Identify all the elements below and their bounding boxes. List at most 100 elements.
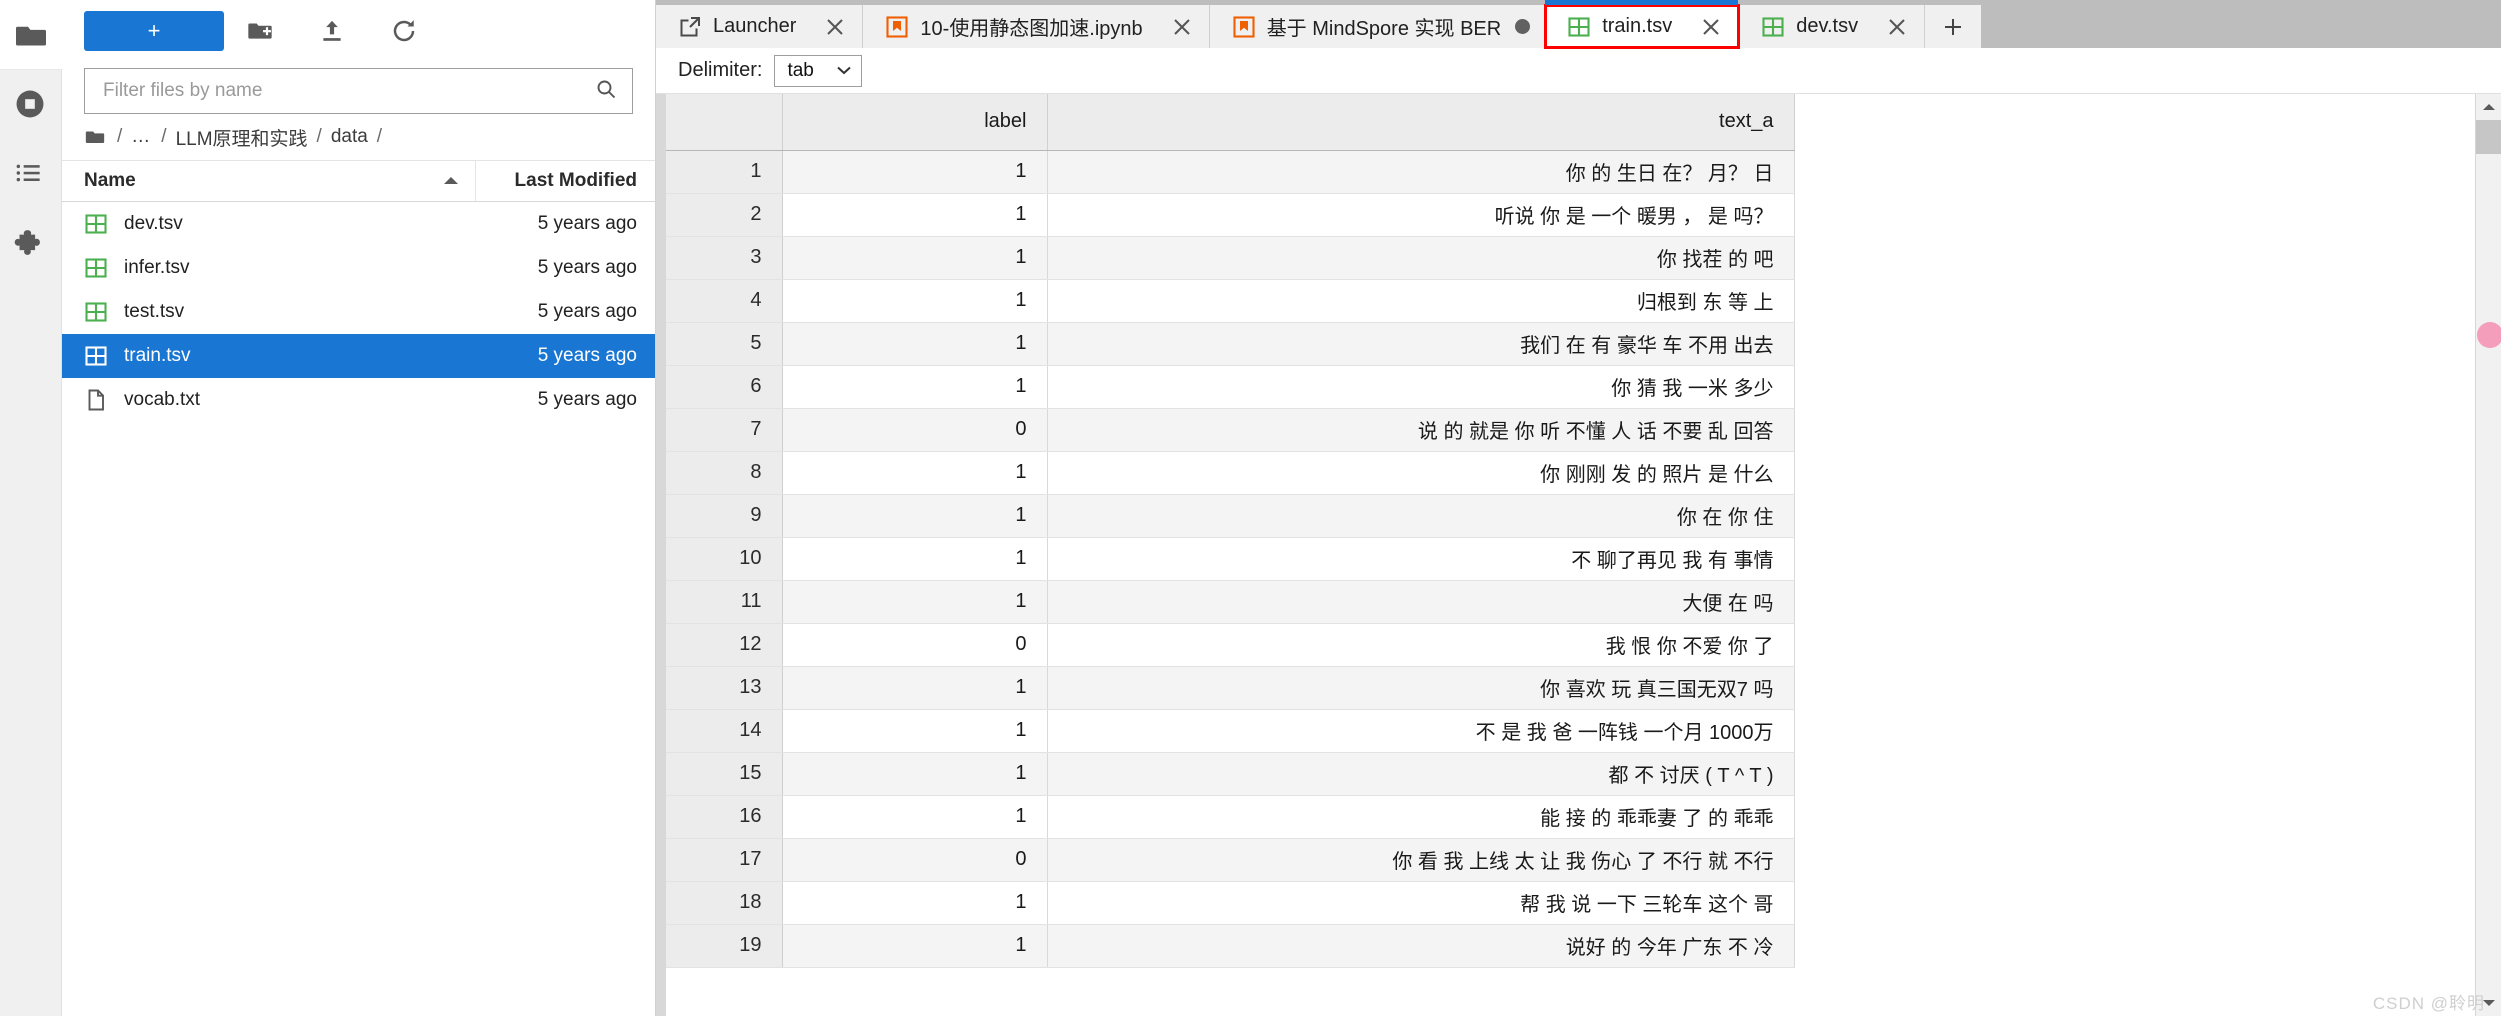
new-launcher-button[interactable]: + (84, 11, 224, 51)
grid-cell-text-a[interactable]: 你 刚刚 发 的 照片 是 什么 (1047, 451, 1795, 495)
grid-cell-text-a[interactable]: 都 不 讨厌 ( T ^ T ) (1047, 752, 1795, 796)
tab-close-icon[interactable] (1169, 14, 1195, 40)
tab-item[interactable]: dev.tsv (1739, 5, 1926, 48)
grid-cell-label[interactable]: 1 (782, 795, 1048, 839)
grid-row[interactable]: 18 1 帮 我 说 一下 三轮车 这个 哥 (666, 881, 1795, 925)
grid-cell-text-a[interactable]: 能 接 的 乖乖妻 了 的 乖乖 (1047, 795, 1795, 839)
sidebar-item-running-kernels[interactable] (0, 70, 62, 140)
grid-cell-text-a[interactable]: 归根到 东 等 上 (1047, 279, 1795, 323)
delimiter-select[interactable]: tab (774, 54, 863, 87)
grid-cell-label[interactable]: 1 (782, 881, 1048, 925)
file-last-modified: 5 years ago (537, 389, 637, 410)
grid-cell-label[interactable]: 1 (782, 451, 1048, 495)
grid-row-index: 5 (666, 322, 783, 366)
grid-cell-label[interactable]: 1 (782, 279, 1048, 323)
grid-cell-text-a[interactable]: 你 找茬 的 吧 (1047, 236, 1795, 280)
column-header-name[interactable]: Name (62, 170, 475, 192)
grid-cell-text-a[interactable]: 不 聊了再见 我 有 事情 (1047, 537, 1795, 581)
grid-cell-label[interactable]: 1 (782, 666, 1048, 710)
file-list-item[interactable]: infer.tsv 5 years ago (62, 246, 655, 290)
grid-header-index[interactable] (666, 94, 783, 151)
scroll-up-arrow[interactable] (2476, 94, 2501, 120)
grid-cell-label[interactable]: 1 (782, 322, 1048, 366)
grid-cell-text-a[interactable]: 你 喜欢 玩 真三国无双7 吗 (1047, 666, 1795, 710)
grid-cell-text-a[interactable]: 大便 在 吗 (1047, 580, 1795, 624)
grid-row[interactable]: 61你 猜 我 一米 多少 (666, 365, 1795, 409)
grid-header-text-a[interactable]: text_a (1047, 94, 1795, 151)
tab-item[interactable]: Launcher (656, 5, 864, 48)
file-list-item[interactable]: train.tsv 5 years ago (62, 334, 655, 378)
breadcrumb-item-llm[interactable]: LLM原理和实践 (176, 124, 308, 151)
grid-row[interactable]: 31你 找茬 的 吧 (666, 236, 1795, 280)
new-tab-button[interactable] (1925, 5, 1982, 48)
file-list-item[interactable]: test.tsv 5 years ago (62, 290, 655, 334)
grid-row[interactable]: 2 1 听说 你 是 一个 暖男 ， 是 吗？ (666, 193, 1795, 237)
grid-cell-text-a[interactable]: 说 的 就是 你 听 不懂 人 话 不要 乱 回答 (1047, 408, 1795, 452)
vertical-scrollbar[interactable] (2475, 94, 2501, 1016)
grid-row[interactable]: 19 1 说好 的 今年 广东 不 冷 (666, 924, 1795, 968)
grid-row[interactable]: 12 0 我 恨 你 不爱 你 了 (666, 623, 1795, 667)
sidebar-item-file-browser[interactable] (0, 0, 62, 70)
grid-cell-text-a[interactable]: 你 的 生日 在？ 月？ 日 (1047, 150, 1795, 194)
grid-cell-text-a[interactable]: 我们 在 有 豪华 车 不用 出去 (1047, 322, 1795, 366)
grid-cell-label[interactable]: 0 (782, 623, 1048, 667)
grid-cell-label[interactable]: 1 (782, 150, 1048, 194)
new-folder-button[interactable] (224, 7, 296, 55)
breadcrumb-home-icon[interactable] (84, 126, 106, 148)
grid-cell-text-a[interactable]: 你 在 你 住 (1047, 494, 1795, 538)
grid-cell-label[interactable]: 1 (782, 924, 1048, 968)
grid-cell-text-a[interactable]: 不 是 我 爸 一阵钱 一个月 1000万 (1047, 709, 1795, 753)
grid-cell-label[interactable]: 1 (782, 365, 1048, 409)
grid-cell-label[interactable]: 1 (782, 580, 1048, 624)
file-list-item[interactable]: vocab.txt 5 years ago (62, 378, 655, 422)
sidebar-item-commands[interactable] (0, 140, 62, 210)
grid-cell-text-a[interactable]: 你 看 我 上线 太 让 我 伤心 了 不行 就 不行 (1047, 838, 1795, 882)
breadcrumb-item-data[interactable]: data (331, 126, 368, 148)
grid-cell-text-a[interactable]: 帮 我 说 一下 三轮车 这个 哥 (1047, 881, 1795, 925)
grid-row[interactable]: 16 1 能 接 的 乖乖妻 了 的 乖乖 (666, 795, 1795, 839)
grid-row[interactable]: 13 1 你 喜欢 玩 真三国无双7 吗 (666, 666, 1795, 710)
grid-cell-label[interactable]: 1 (782, 709, 1048, 753)
tab-close-icon[interactable] (822, 14, 848, 40)
grid-row[interactable]: 4 1 归根到 东 等 上 (666, 279, 1795, 323)
filter-files-field[interactable] (84, 68, 633, 114)
grid-row[interactable]: 17 0 你 看 我 上线 太 让 我 伤心 了 不行 就 不行 (666, 838, 1795, 882)
grid-cell-label[interactable]: 1 (782, 193, 1048, 237)
upload-button[interactable] (296, 7, 368, 55)
sidebar-item-extension-manager[interactable] (0, 210, 62, 280)
grid-cell-text-a[interactable]: 我 恨 你 不爱 你 了 (1047, 623, 1795, 667)
tab-close-icon[interactable] (1698, 14, 1724, 40)
scroll-down-arrow[interactable] (2476, 990, 2501, 1016)
grid-row[interactable]: 14 1 不 是 我 爸 一阵钱 一个月 1000万 (666, 709, 1795, 753)
grid-row[interactable]: 11 1 大便 在 吗 (666, 580, 1795, 624)
filter-files-input[interactable] (101, 79, 594, 103)
tab-item[interactable]: 基于 MindSpore 实现 BER (1209, 5, 1546, 48)
grid-cell-text-a[interactable]: 听说 你 是 一个 暖男 ， 是 吗？ (1047, 193, 1795, 237)
file-list-item[interactable]: dev.tsv 5 years ago (62, 202, 655, 246)
tab-close-icon[interactable] (1884, 14, 1910, 40)
grid-row[interactable]: 70说 的 就是 你 听 不懂 人 话 不要 乱 回答 (666, 408, 1795, 452)
grid-cell-text-a[interactable]: 说好 的 今年 广东 不 冷 (1047, 924, 1795, 968)
tab-item[interactable]: 10-使用静态图加速.ipynb (863, 5, 1210, 48)
tab-dirty-indicator[interactable] (1515, 19, 1531, 34)
tab-item[interactable]: train.tsv (1544, 0, 1741, 49)
grid-cell-label[interactable]: 0 (782, 838, 1048, 882)
breadcrumb-item-ellipsis[interactable]: … (131, 126, 152, 148)
grid-header-label[interactable]: label (782, 94, 1048, 151)
scrollbar-track[interactable] (2476, 154, 2501, 1016)
grid-cell-label[interactable]: 0 (782, 408, 1048, 452)
grid-row[interactable]: 10 1 不 聊了再见 我 有 事情 (666, 537, 1795, 581)
grid-row[interactable]: 5 1 我们 在 有 豪华 车 不用 出去 (666, 322, 1795, 366)
grid-row[interactable]: 91你 在 你 住 (666, 494, 1795, 538)
column-header-last-modified[interactable]: Last Modified (475, 161, 655, 201)
grid-cell-label[interactable]: 1 (782, 236, 1048, 280)
grid-cell-label[interactable]: 1 (782, 494, 1048, 538)
grid-row[interactable]: 11你 的 生日 在？ 月？ 日 (666, 150, 1795, 194)
grid-row[interactable]: 15 1 都 不 讨厌 ( T ^ T ) (666, 752, 1795, 796)
refresh-button[interactable] (368, 7, 440, 55)
grid-cell-label[interactable]: 1 (782, 752, 1048, 796)
grid-row[interactable]: 81你 刚刚 发 的 照片 是 什么 (666, 451, 1795, 495)
grid-cell-text-a[interactable]: 你 猜 我 一米 多少 (1047, 365, 1795, 409)
grid-cell-label[interactable]: 1 (782, 537, 1048, 581)
scrollbar-thumb[interactable] (2475, 120, 2501, 154)
